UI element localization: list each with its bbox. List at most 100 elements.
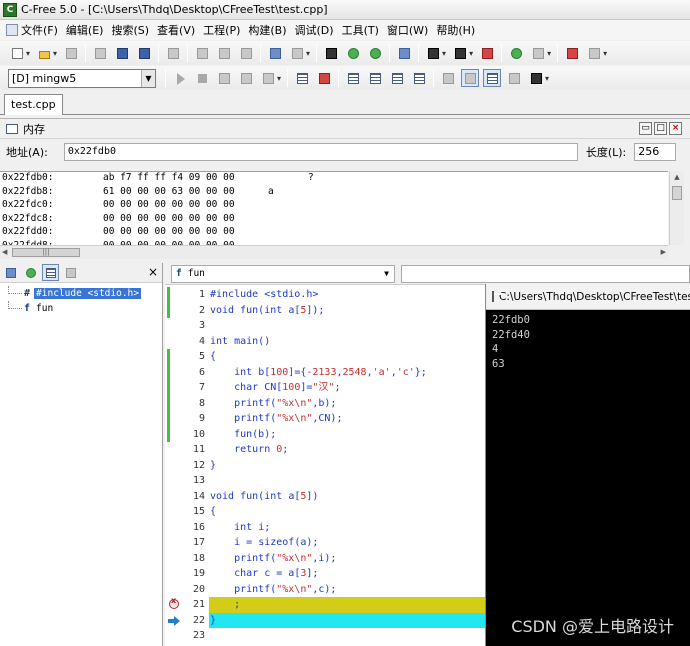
menu-item-5[interactable]: 构建(B) xyxy=(246,21,292,39)
menu-item-1[interactable]: 编辑(E) xyxy=(64,21,110,39)
find-previous-icon[interactable] xyxy=(366,44,384,62)
line-number: 22 xyxy=(192,614,205,626)
memory-window-icon[interactable] xyxy=(461,69,480,87)
build-dropdown-icon[interactable]: ▾ xyxy=(469,49,473,58)
find-next-icon[interactable] xyxy=(344,44,362,62)
open-folder-icon[interactable] xyxy=(35,44,53,62)
redo-icon[interactable] xyxy=(288,44,306,62)
console-window[interactable]: C:\Users\Thdq\Desktop\CFreeTest\test.exe… xyxy=(485,284,690,646)
find-icon[interactable] xyxy=(322,44,340,62)
breakpoints-icon[interactable] xyxy=(293,69,311,87)
memory-dump-view[interactable]: 0x22fdb0: ab f7 ff ff f4 09 00 00 ? 0x22fd… xyxy=(0,171,668,245)
memory-ascii: ? xyxy=(268,172,314,183)
menu-item-2[interactable]: 搜索(S) xyxy=(109,21,155,39)
console-window-icon[interactable] xyxy=(527,69,545,87)
open-dropdown-icon[interactable]: ▾ xyxy=(53,49,57,58)
copy-icon[interactable] xyxy=(215,44,233,62)
line-number: 19 xyxy=(192,568,205,579)
tab-test-cpp[interactable]: test.cpp xyxy=(4,94,63,115)
run-to-cursor-icon[interactable] xyxy=(259,69,277,87)
redo-dropdown-icon[interactable]: ▾ xyxy=(306,49,310,58)
run-dropdown-icon[interactable]: ▾ xyxy=(277,74,281,83)
scroll-thumb[interactable] xyxy=(672,186,682,200)
call-stack-icon[interactable] xyxy=(505,69,523,87)
build-icon[interactable] xyxy=(451,44,469,62)
uncomment-icon[interactable] xyxy=(410,69,428,87)
sort-alpha-icon[interactable] xyxy=(2,264,19,281)
breakpoint-icon[interactable] xyxy=(169,596,179,609)
outdent-icon[interactable] xyxy=(366,69,384,87)
modified-line-marker xyxy=(167,349,170,442)
compile-icon[interactable] xyxy=(424,44,442,62)
line-number: 14 xyxy=(192,490,205,502)
new-file-dropdown-icon[interactable]: ▾ xyxy=(26,49,30,58)
back-arrow-icon[interactable] xyxy=(507,44,525,62)
close-panel-icon[interactable]: × xyxy=(669,122,682,135)
menu-item-9[interactable]: 帮助(H) xyxy=(434,21,481,39)
forward-arrow-icon[interactable] xyxy=(529,44,547,62)
length-input[interactable]: 256 xyxy=(634,142,677,161)
close-icon[interactable]: × xyxy=(148,265,158,279)
address-input[interactable]: 0x22fdb0 xyxy=(63,142,578,161)
save-all-icon[interactable] xyxy=(135,44,153,62)
sort-type-icon[interactable] xyxy=(22,264,39,281)
member-select[interactable] xyxy=(400,264,690,283)
scroll-right-icon[interactable]: ▶ xyxy=(661,246,666,259)
symbol-list-icon[interactable] xyxy=(42,264,59,281)
restore-panel-icon[interactable]: □ xyxy=(654,122,667,135)
toggle-bookmark-icon[interactable] xyxy=(563,44,581,62)
editor-gutter[interactable] xyxy=(165,285,187,646)
memory-address: 0x22fdc0: xyxy=(2,199,54,210)
project-icon[interactable] xyxy=(62,44,80,62)
code-text: int i; xyxy=(234,521,271,533)
memory-vertical-scrollbar[interactable]: ▲ xyxy=(669,171,684,245)
print-icon[interactable] xyxy=(164,44,182,62)
step-into-icon[interactable] xyxy=(215,69,233,87)
scroll-up-icon[interactable]: ▲ xyxy=(670,171,684,184)
menu-item-8[interactable]: 窗口(W) xyxy=(385,21,434,39)
scroll-left-icon[interactable]: ◀ xyxy=(2,246,7,259)
line-number: 12 xyxy=(192,459,205,471)
cut-icon[interactable] xyxy=(193,44,211,62)
menu-item-4[interactable]: 工程(P) xyxy=(201,21,246,39)
memory-address: 0x22fdb8: xyxy=(2,185,54,197)
chevron-down-icon[interactable]: ▼ xyxy=(380,269,394,278)
comment-icon[interactable] xyxy=(388,69,406,87)
function-select[interactable]: f fun ▼ xyxy=(171,264,395,283)
forward-dropdown-icon[interactable]: ▾ xyxy=(547,49,551,58)
run-icon[interactable] xyxy=(171,69,189,87)
stop-build-icon[interactable] xyxy=(478,44,496,62)
paste-icon[interactable] xyxy=(237,44,255,62)
new-file-icon[interactable] xyxy=(8,44,26,62)
tree-item[interactable]: # #include <stdio.h> xyxy=(0,286,162,301)
minimize-panel-icon[interactable]: ▭ xyxy=(639,122,652,135)
indent-icon[interactable] xyxy=(344,69,362,87)
compiler-select[interactable]: [D] mingw5 ▼ xyxy=(8,68,156,88)
clear-breakpoints-icon[interactable] xyxy=(315,69,333,87)
find-in-files-icon[interactable] xyxy=(395,44,413,62)
memory-horizontal-scrollbar[interactable]: ◀ ||| ▶ xyxy=(0,245,668,259)
code-text: printf("%x\n",c); xyxy=(234,583,337,595)
menu-item-6[interactable]: 调试(D) xyxy=(293,21,340,39)
memory-bytes: 61 00 00 00 63 00 00 00 xyxy=(103,185,235,197)
stop-icon[interactable] xyxy=(193,69,211,87)
step-over-icon[interactable] xyxy=(237,69,255,87)
save-icon[interactable] xyxy=(113,44,131,62)
variables-window-icon[interactable] xyxy=(483,69,502,87)
file-view-icon[interactable] xyxy=(62,264,79,281)
menu-item-0[interactable]: 文件(F) xyxy=(4,21,64,39)
debug-window-dropdown-icon[interactable]: ▾ xyxy=(603,49,607,58)
chevron-down-icon[interactable]: ▼ xyxy=(141,69,155,87)
close-file-icon[interactable] xyxy=(91,44,109,62)
watch-window-icon[interactable] xyxy=(439,69,457,87)
debug-window-icon[interactable] xyxy=(585,44,603,62)
horizontal-scroll-thumb[interactable]: ||| xyxy=(12,248,80,257)
menu-item-7[interactable]: 工具(T) xyxy=(340,21,385,39)
menu-item-3[interactable]: 查看(V) xyxy=(155,21,201,39)
system-menu-icon[interactable] xyxy=(6,24,18,36)
undo-icon[interactable] xyxy=(266,44,284,62)
file-tab-strip: test.cpp xyxy=(0,91,690,115)
compile-dropdown-icon[interactable]: ▾ xyxy=(442,49,446,58)
window-dropdown-icon[interactable]: ▾ xyxy=(545,74,549,83)
tree-item[interactable]: f fun xyxy=(0,301,162,316)
